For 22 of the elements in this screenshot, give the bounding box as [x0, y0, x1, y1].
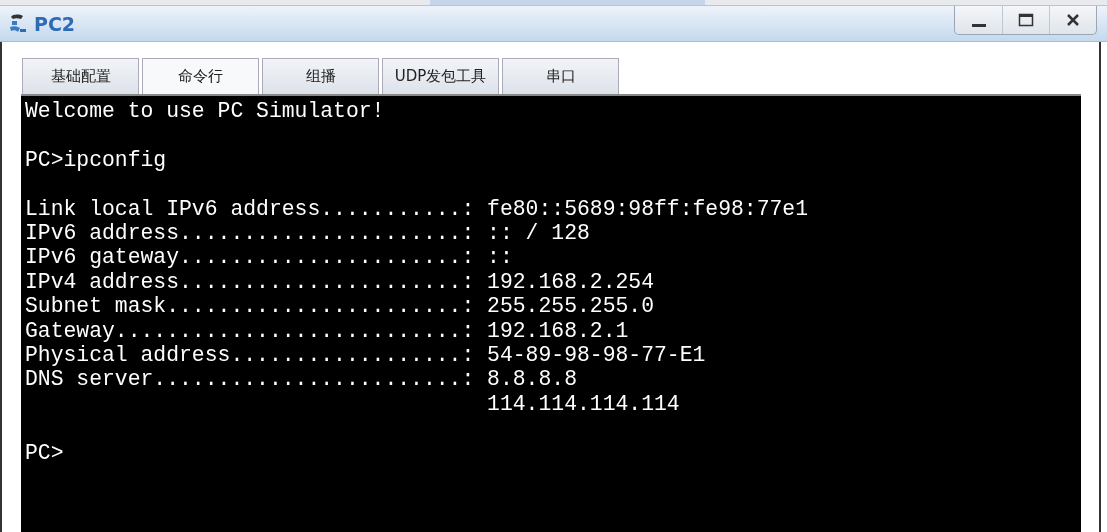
tab[interactable]: 基础配置 [22, 58, 139, 94]
terminal-line: Welcome to use PC Simulator! [25, 99, 386, 124]
terminal-line: Physical address..................: 54-89-98-98-77-E1 [25, 343, 707, 368]
terminal-line: Gateway...........................: 192.168.2.1 [25, 318, 630, 344]
tab[interactable]: 命令行 [142, 58, 259, 94]
network-icon [8, 12, 28, 35]
tab[interactable]: UDP发包工具 [382, 58, 499, 94]
terminal-line: PC> [25, 440, 65, 466]
terminal-line: Subnet mask.......................: 255.255.255.0 [25, 294, 655, 319]
window-title: PC2 [34, 12, 77, 35]
tab[interactable]: 串口 [502, 58, 619, 94]
tab[interactable]: 组播 [262, 58, 379, 94]
terminal-line: IPv4 address......................: 192.168.2.254 [25, 269, 655, 295]
close-icon [1066, 13, 1080, 27]
terminal-line: DNS server........................: 8.8.8.8 [25, 367, 578, 392]
terminal-line: IPv6 gateway......................: :: [25, 245, 514, 270]
maximize-icon [1018, 13, 1034, 27]
terminal-line: 114.114.114.114 [486, 391, 681, 417]
terminal-line: PC>ipconfig [25, 147, 168, 173]
minimize-icon [971, 24, 986, 27]
terminal-line: IPv6 address......................: :: / 128 [25, 221, 591, 246]
terminal-line: Link local IPv6 address...........: fe80::5689:98ff:fe98:77e1 [25, 196, 810, 221]
